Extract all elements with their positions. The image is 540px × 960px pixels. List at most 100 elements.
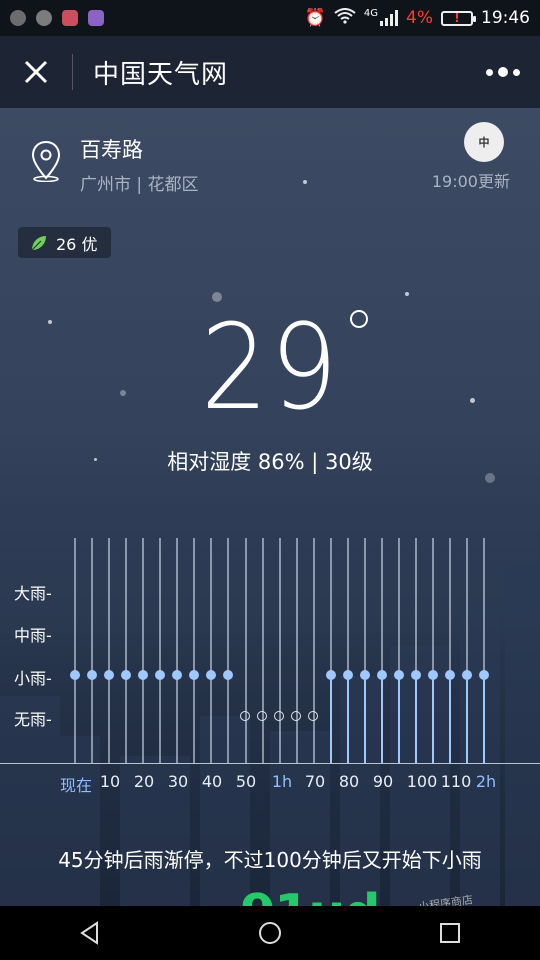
- no-rain-point: [308, 710, 319, 721]
- time-axis-label: 70: [304, 772, 326, 791]
- rain-point: [462, 670, 473, 680]
- time-gridline: [125, 538, 128, 763]
- time-axis-label: 80: [338, 772, 360, 791]
- close-button[interactable]: [0, 36, 72, 108]
- rain-point: [393, 670, 404, 680]
- time-axis-label: 20: [133, 772, 155, 791]
- rain-point: [376, 670, 387, 680]
- rain-bar: [380, 680, 383, 763]
- rain-point: [223, 670, 234, 680]
- rain-level-label: 小雨-: [14, 669, 52, 688]
- no-rain-point: [291, 710, 302, 721]
- time-gridline: [312, 538, 315, 763]
- rain-forecast-chart: 大雨- 中雨- 小雨- 无雨-: [0, 538, 540, 808]
- rain-point: [155, 670, 166, 680]
- rain-level-label: 无雨-: [14, 710, 52, 729]
- app-bar: 中国天气网: [0, 36, 540, 108]
- home-icon[interactable]: [257, 920, 283, 946]
- rain-point: [325, 670, 336, 680]
- close-icon: [24, 60, 48, 84]
- aqi-badge[interactable]: 26 优: [18, 227, 112, 258]
- rain-point: [70, 670, 80, 680]
- rain-point: [428, 670, 439, 680]
- location-region: 广州市 | 花都区: [80, 175, 199, 195]
- rain-point: [87, 670, 98, 680]
- app-notification-icon: [62, 10, 78, 26]
- notification-icons: [10, 10, 104, 26]
- time-gridline: [210, 538, 213, 763]
- rain-bar: [483, 680, 486, 763]
- time-gridline: [244, 538, 247, 763]
- chart-baseline: [0, 763, 540, 764]
- rain-point: [342, 670, 353, 680]
- time-axis-label: 2h: [475, 772, 497, 791]
- time-gridline: [193, 538, 196, 763]
- location-row[interactable]: 百寿路 广州市 | 花都区: [30, 134, 199, 195]
- aqi-label: 26 优: [56, 234, 98, 254]
- wifi-icon: [334, 7, 356, 29]
- time-axis-label: 10: [99, 772, 121, 791]
- rain-bar: [449, 680, 452, 763]
- time-axis-label: 50: [235, 772, 257, 791]
- rain-bar: [397, 680, 400, 763]
- more-button[interactable]: [486, 58, 520, 86]
- rain-point: [138, 670, 149, 680]
- time-gridline: [108, 538, 111, 763]
- system-nav-bar: [0, 906, 540, 960]
- weather-seal-logo: 中: [464, 122, 504, 162]
- more-dot: [498, 67, 508, 77]
- recents-icon[interactable]: [437, 920, 463, 946]
- time-gridline: [176, 538, 179, 763]
- app-notification-icon: [10, 10, 26, 26]
- rain-bar: [346, 680, 349, 763]
- time-gridline: [278, 538, 281, 763]
- rain-bar: [466, 680, 469, 763]
- status-bar: ⏰ 4G 4% ! 19:46: [0, 0, 540, 36]
- time-gridline: [261, 538, 264, 763]
- rain-point: [479, 670, 490, 680]
- battery-percent: 4%: [406, 8, 433, 28]
- signal-icon: [380, 10, 399, 26]
- time-axis-label: 90: [372, 772, 394, 791]
- time-axis-label: 现在: [59, 776, 93, 795]
- rain-point: [206, 670, 217, 680]
- network-type: 4G: [363, 7, 379, 19]
- rain-bar: [363, 680, 366, 763]
- app-notification-icon: [88, 10, 104, 26]
- rain-point: [445, 670, 456, 680]
- app-notification-icon: [36, 10, 52, 26]
- time-gridline: [227, 538, 230, 763]
- no-rain-point: [274, 710, 285, 721]
- time-gridline: [91, 538, 94, 763]
- humidity-line: 相对湿度 86% | 30级: [167, 450, 373, 474]
- rain-point: [411, 670, 421, 680]
- time-gridline: [159, 538, 162, 763]
- rain-bar: [432, 680, 435, 763]
- time-axis-label: 1h: [271, 772, 293, 791]
- rain-level-label: 中雨-: [14, 626, 52, 645]
- divider: [72, 54, 73, 90]
- time-axis-label: 110: [440, 772, 472, 791]
- rain-point: [121, 670, 132, 680]
- location-pin-icon: [31, 140, 61, 182]
- more-dot: [486, 68, 493, 76]
- rain-point: [189, 670, 200, 680]
- time-axis-label: 40: [201, 772, 223, 791]
- location-name: 百寿路: [80, 138, 143, 162]
- rain-bar: [329, 680, 332, 763]
- rain-level-label: 大雨-: [14, 584, 52, 603]
- more-dot: [513, 68, 520, 76]
- degree-symbol: [350, 310, 368, 328]
- alarm-icon: ⏰: [304, 8, 326, 28]
- time-gridline: [142, 538, 145, 763]
- forecast-summary: 45分钟后雨渐停，不过100分钟后又开始下小雨: [58, 848, 482, 872]
- time-axis-label: 100: [406, 772, 438, 791]
- update-time: 19:00更新: [431, 172, 510, 191]
- time-gridline: [295, 538, 298, 763]
- status-indicators: ⏰ 4G 4% ! 19:46: [305, 8, 530, 29]
- clock: 19:46: [481, 8, 530, 28]
- no-rain-point: [240, 710, 250, 721]
- back-icon[interactable]: [77, 920, 103, 946]
- rain-point: [359, 670, 370, 680]
- no-rain-point: [257, 710, 268, 721]
